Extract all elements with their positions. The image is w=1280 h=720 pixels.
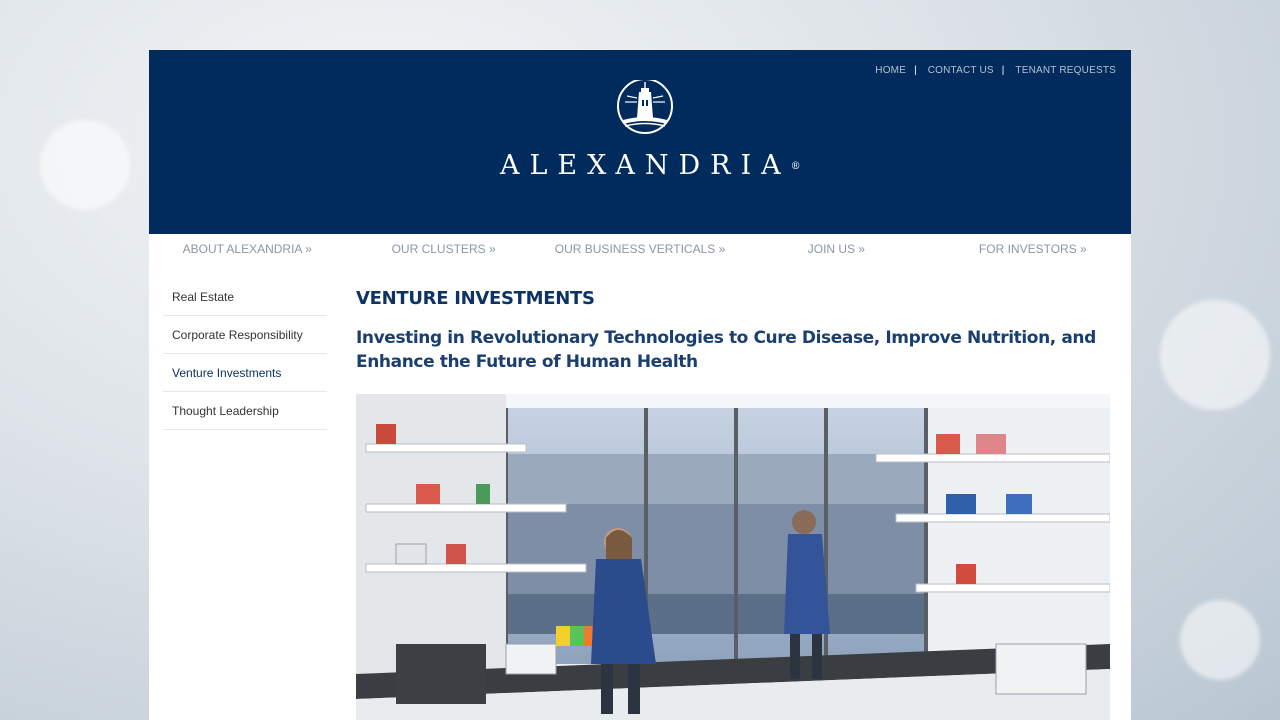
lab-scene-illustration: [356, 394, 1110, 720]
page-title: VENTURE INVESTMENTS: [356, 288, 595, 309]
brand-wordmark: ALEXANDRIA®: [500, 150, 801, 181]
nav-about-alexandria[interactable]: ABOUT ALEXANDRIA »: [149, 234, 345, 264]
brand-name: ALEXANDRIA: [500, 150, 791, 181]
page-subtitle: Investing in Revolutionary Technologies …: [356, 328, 1096, 372]
main-content: VENTURE INVESTMENTS Investing in Revolut…: [356, 288, 1110, 720]
site-header: HOME | CONTACT US | TENANT REQUESTS ALEX…: [149, 50, 1131, 234]
nav-business-verticals[interactable]: OUR BUSINESS VERTICALS »: [542, 234, 738, 264]
sidebar-item-venture-investments[interactable]: Venture Investments: [163, 354, 327, 392]
utility-nav: HOME | CONTACT US | TENANT REQUESTS: [875, 65, 1116, 76]
background-bokeh: [1160, 300, 1270, 410]
background-bokeh: [40, 120, 130, 210]
utility-link-home[interactable]: HOME: [875, 65, 906, 76]
sidebar-item-corporate-responsibility[interactable]: Corporate Responsibility: [163, 316, 327, 354]
main-nav: ABOUT ALEXANDRIA » OUR CLUSTERS » OUR BU…: [149, 234, 1131, 264]
sidebar-item-thought-leadership[interactable]: Thought Leadership: [163, 392, 327, 430]
hero-lab-image: [356, 394, 1110, 720]
registered-mark: ®: [790, 161, 801, 172]
nav-for-investors[interactable]: FOR INVESTORS »: [935, 234, 1131, 264]
page-container: HOME | CONTACT US | TENANT REQUESTS ALEX…: [149, 50, 1131, 720]
nav-join-us[interactable]: JOIN US »: [738, 234, 934, 264]
utility-link-tenant-requests[interactable]: TENANT REQUESTS: [1015, 65, 1116, 76]
separator: |: [1001, 65, 1005, 76]
separator: |: [914, 65, 917, 76]
lighthouse-icon: [617, 80, 673, 134]
background-bokeh: [1180, 600, 1260, 680]
sidebar-nav: Real Estate Corporate Responsibility Ven…: [163, 278, 327, 430]
site-logo[interactable]: ALEXANDRIA®: [500, 80, 801, 181]
nav-our-clusters[interactable]: OUR CLUSTERS »: [345, 234, 541, 264]
sidebar-item-real-estate[interactable]: Real Estate: [163, 278, 327, 316]
utility-link-contact[interactable]: CONTACT US: [928, 65, 994, 76]
